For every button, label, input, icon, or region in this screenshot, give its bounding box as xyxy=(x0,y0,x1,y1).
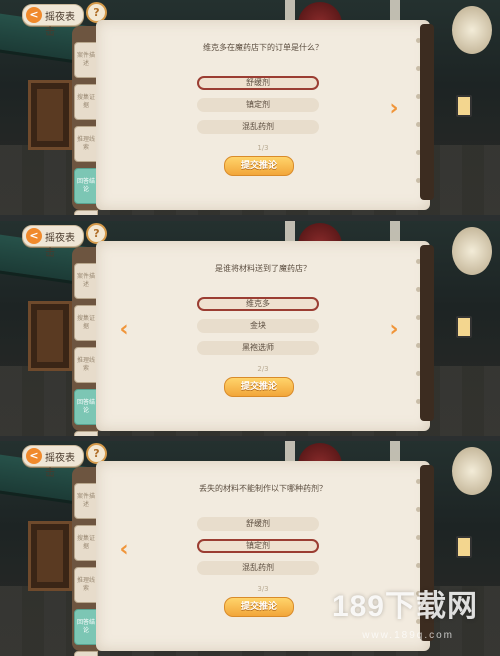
answer-option-2[interactable]: 镇定剂 xyxy=(197,98,319,112)
tab-1[interactable]: 案件描述 xyxy=(74,483,98,519)
left-arrow-icon: < xyxy=(26,228,42,244)
tab-4[interactable]: 回答结论 xyxy=(74,389,98,425)
book-binder xyxy=(420,245,434,421)
shop-window xyxy=(28,301,72,371)
answer-option-3[interactable]: 黑袍选师 xyxy=(197,341,319,355)
watermark-url: www.189q.com xyxy=(362,630,454,641)
question-book: 案件描述搜集证据推理线索回答结论 ⚙ 丢失的材料不能制作以下哪种药剂？ 舒缓剂镇定剂混… xyxy=(72,461,432,656)
chevron-left-icon[interactable]: ‹ xyxy=(116,319,132,341)
left-arrow-icon: < xyxy=(26,448,42,464)
question-book: 案件描述搜集证据推理线索回答结论 ⚙ 维克多在魔药店下的订单是什么？ 舒缓剂镇定剂混乱… xyxy=(72,20,432,215)
screenshot-panel-2: < 摇夜表击?案件描述搜集证据推理线索回答结论⚙是谁将材料送到了魔药店？维克多金… xyxy=(0,221,500,436)
screenshot-panel-1: < 摇夜表击?案件描述搜集证据推理线索回答结论⚙维克多在魔药店下的订单是什么？舒… xyxy=(0,0,500,215)
chevron-left-icon[interactable]: ‹ xyxy=(116,539,132,561)
watermark-text: 189下载网 xyxy=(332,581,478,625)
question-counter: 2/3 xyxy=(96,365,430,373)
answer-option-1[interactable]: 舒缓剂 xyxy=(197,76,319,90)
tab-1[interactable]: 案件描述 xyxy=(74,263,98,299)
shop-window xyxy=(28,80,72,150)
chevron-right-icon[interactable]: › xyxy=(386,98,402,120)
gear-icon[interactable]: ⚙ xyxy=(74,431,98,436)
tab-3[interactable]: 推理线索 xyxy=(74,126,98,162)
tab-4[interactable]: 回答结论 xyxy=(74,609,98,645)
submit-conclusion-button[interactable]: 提交推论 xyxy=(224,156,294,176)
left-arrow-icon: < xyxy=(26,7,42,23)
book-binder xyxy=(420,24,434,200)
character-blonde xyxy=(452,447,492,495)
question-text: 是谁将材料送到了魔药店？ xyxy=(96,263,430,274)
lamp-icon xyxy=(456,95,472,117)
submit-conclusion-button[interactable]: 提交推论 xyxy=(224,377,294,397)
tab-2[interactable]: 搜集证据 xyxy=(74,525,98,561)
gear-icon[interactable]: ⚙ xyxy=(74,210,98,215)
lamp-icon xyxy=(456,316,472,338)
tab-3[interactable]: 推理线索 xyxy=(74,347,98,383)
question-paper: 是谁将材料送到了魔药店？ 维克多金块黑袍选师 2/3 提交推论 ‹ › xyxy=(96,241,430,431)
tab-3[interactable]: 推理线索 xyxy=(74,567,98,603)
question-text: 维克多在魔药店下的订单是什么？ xyxy=(96,42,430,53)
character-blonde xyxy=(452,227,492,275)
answer-option-3[interactable]: 混乱药剂 xyxy=(197,561,319,575)
tab-4[interactable]: 回答结论 xyxy=(74,168,98,204)
lamp-icon xyxy=(456,536,472,558)
gear-icon[interactable]: ⚙ xyxy=(74,651,98,656)
question-counter: 1/3 xyxy=(96,144,430,152)
answer-option-2[interactable]: 金块 xyxy=(197,319,319,333)
answer-option-3[interactable]: 混乱药剂 xyxy=(197,120,319,134)
answer-option-1[interactable]: 舒缓剂 xyxy=(197,517,319,531)
answer-option-1[interactable]: 维克多 xyxy=(197,297,319,311)
chevron-right-icon[interactable]: › xyxy=(386,319,402,341)
tab-2[interactable]: 搜集证据 xyxy=(74,84,98,120)
question-text: 丢失的材料不能制作以下哪种药剂？ xyxy=(96,483,430,494)
shop-window xyxy=(28,521,72,591)
tab-2[interactable]: 搜集证据 xyxy=(74,305,98,341)
question-paper: 维克多在魔药店下的订单是什么？ 舒缓剂镇定剂混乱药剂 1/3 提交推论 › xyxy=(96,20,430,210)
question-book: 案件描述搜集证据推理线索回答结论 ⚙ 是谁将材料送到了魔药店？ 维克多金块黑袍选师 2/… xyxy=(72,241,432,436)
submit-conclusion-button[interactable]: 提交推论 xyxy=(224,597,294,617)
tab-1[interactable]: 案件描述 xyxy=(74,42,98,78)
answer-option-2[interactable]: 镇定剂 xyxy=(197,539,319,553)
character-blonde xyxy=(452,6,492,54)
